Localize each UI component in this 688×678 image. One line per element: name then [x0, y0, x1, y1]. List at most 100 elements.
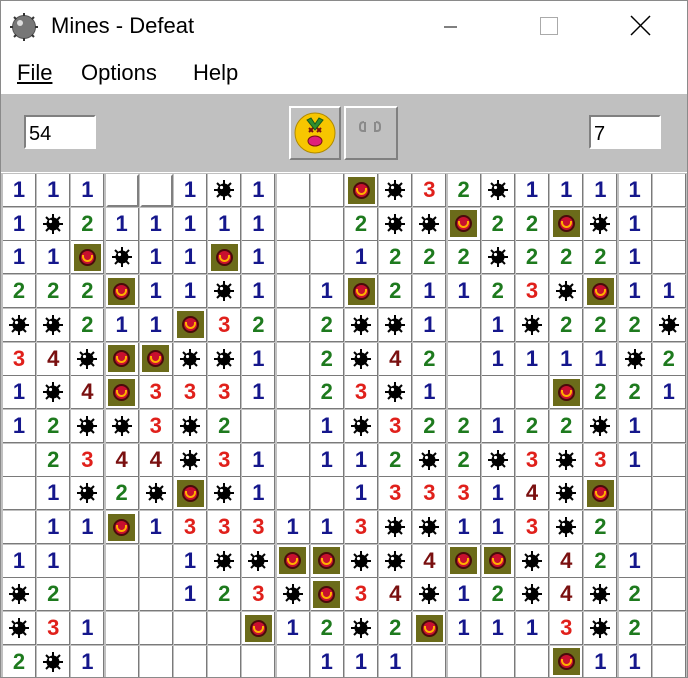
cell-empty[interactable]: [139, 544, 173, 578]
cell-empty[interactable]: [652, 612, 686, 646]
cell-empty[interactable]: [481, 376, 515, 410]
cell-mine[interactable]: [550, 511, 584, 544]
cell-empty[interactable]: [652, 207, 686, 241]
cell-number[interactable]: 2: [481, 578, 515, 612]
cell-number[interactable]: 2: [379, 612, 413, 646]
cell-mine[interactable]: [174, 342, 207, 376]
cell-number[interactable]: 2: [447, 174, 481, 207]
cell-number[interactable]: 2: [37, 275, 71, 309]
cell-number[interactable]: 4: [550, 544, 584, 578]
cell-number[interactable]: 2: [481, 207, 515, 241]
cell-number[interactable]: 2: [3, 275, 36, 309]
cell-number[interactable]: 1: [139, 308, 173, 342]
cell-mine[interactable]: [550, 443, 584, 477]
cell-number[interactable]: 3: [3, 342, 36, 376]
cell-number[interactable]: 3: [516, 443, 549, 477]
cell-empty[interactable]: [276, 645, 310, 677]
cell-number[interactable]: 1: [37, 174, 71, 207]
cell-number[interactable]: 4: [413, 544, 447, 578]
cell-number[interactable]: 2: [310, 612, 344, 646]
cell-empty[interactable]: [105, 612, 139, 646]
cell-number[interactable]: 2: [71, 207, 105, 241]
cell-number[interactable]: 3: [584, 443, 618, 477]
cell-empty[interactable]: [174, 645, 207, 677]
cell-empty[interactable]: [71, 544, 105, 578]
cell-mine[interactable]: [584, 578, 618, 612]
cell-empty[interactable]: [276, 241, 310, 275]
cell-number[interactable]: 4: [105, 443, 139, 477]
cell-flagged-mine[interactable]: [447, 544, 481, 578]
cell-unrevealed[interactable]: [139, 174, 173, 207]
cell-number[interactable]: 2: [105, 477, 139, 511]
cell-number[interactable]: 2: [516, 409, 549, 443]
cell-number[interactable]: 2: [208, 578, 242, 612]
cell-number[interactable]: 2: [550, 241, 584, 275]
cell-mine[interactable]: [3, 612, 36, 646]
cell-number[interactable]: 1: [516, 342, 549, 376]
cell-number[interactable]: 1: [413, 308, 447, 342]
minimize-button[interactable]: [427, 1, 473, 51]
cell-number[interactable]: 1: [174, 241, 207, 275]
cell-number[interactable]: 2: [584, 511, 618, 544]
cell-number[interactable]: 3: [516, 511, 549, 544]
cell-mine[interactable]: [481, 174, 515, 207]
cell-number[interactable]: 1: [481, 511, 515, 544]
cell-mine[interactable]: [516, 308, 549, 342]
cell-empty[interactable]: [276, 409, 310, 443]
cell-number[interactable]: 1: [618, 645, 652, 677]
cell-number[interactable]: 1: [37, 544, 71, 578]
cell-number[interactable]: 1: [71, 174, 105, 207]
cell-mine[interactable]: [379, 511, 413, 544]
cell-mine[interactable]: [481, 241, 515, 275]
cell-number[interactable]: 1: [3, 376, 36, 410]
cell-number[interactable]: 2: [584, 308, 618, 342]
cell-number[interactable]: 2: [447, 241, 481, 275]
cell-empty[interactable]: [652, 544, 686, 578]
cell-empty[interactable]: [276, 174, 310, 207]
cell-mine[interactable]: [105, 409, 139, 443]
cell-number[interactable]: 1: [242, 443, 276, 477]
cell-number[interactable]: 3: [174, 376, 207, 410]
cell-number[interactable]: 4: [379, 578, 413, 612]
cell-number[interactable]: 4: [550, 578, 584, 612]
cell-number[interactable]: 1: [618, 275, 652, 309]
cell-number[interactable]: 3: [139, 409, 173, 443]
cell-empty[interactable]: [3, 443, 36, 477]
cell-number[interactable]: 1: [276, 511, 310, 544]
cell-empty[interactable]: [139, 612, 173, 646]
cell-number[interactable]: 1: [618, 544, 652, 578]
cell-number[interactable]: 1: [345, 443, 378, 477]
cell-number[interactable]: 3: [447, 477, 481, 511]
cell-number[interactable]: 1: [242, 342, 276, 376]
cell-number[interactable]: 1: [447, 612, 481, 646]
cell-mine[interactable]: [37, 207, 71, 241]
cell-empty[interactable]: [652, 241, 686, 275]
cell-number[interactable]: 3: [174, 511, 207, 544]
cell-flagged-mine[interactable]: [105, 342, 139, 376]
cell-mine[interactable]: [208, 174, 242, 207]
cell-mine[interactable]: [139, 477, 173, 511]
cell-flagged-mine[interactable]: [345, 174, 378, 207]
cell-empty[interactable]: [652, 578, 686, 612]
cell-number[interactable]: 1: [310, 645, 344, 677]
cell-flagged-mine[interactable]: [550, 645, 584, 677]
cell-number[interactable]: 1: [37, 241, 71, 275]
cell-mine[interactable]: [174, 443, 207, 477]
cell-number[interactable]: 1: [413, 376, 447, 410]
cell-number[interactable]: 2: [618, 376, 652, 410]
cell-flagged-mine[interactable]: [310, 578, 344, 612]
cell-mine[interactable]: [413, 578, 447, 612]
cell-empty[interactable]: [618, 477, 652, 511]
cell-mine[interactable]: [413, 443, 447, 477]
cell-number[interactable]: 1: [481, 477, 515, 511]
cell-number[interactable]: 4: [516, 477, 549, 511]
cell-empty[interactable]: [208, 645, 242, 677]
cell-flagged-mine[interactable]: [174, 308, 207, 342]
cell-empty[interactable]: [3, 477, 36, 511]
cell-number[interactable]: 1: [310, 511, 344, 544]
cell-empty[interactable]: [276, 308, 310, 342]
cell-mine[interactable]: [3, 578, 36, 612]
cell-empty[interactable]: [105, 578, 139, 612]
cell-mine[interactable]: [379, 544, 413, 578]
cell-number[interactable]: 2: [550, 308, 584, 342]
